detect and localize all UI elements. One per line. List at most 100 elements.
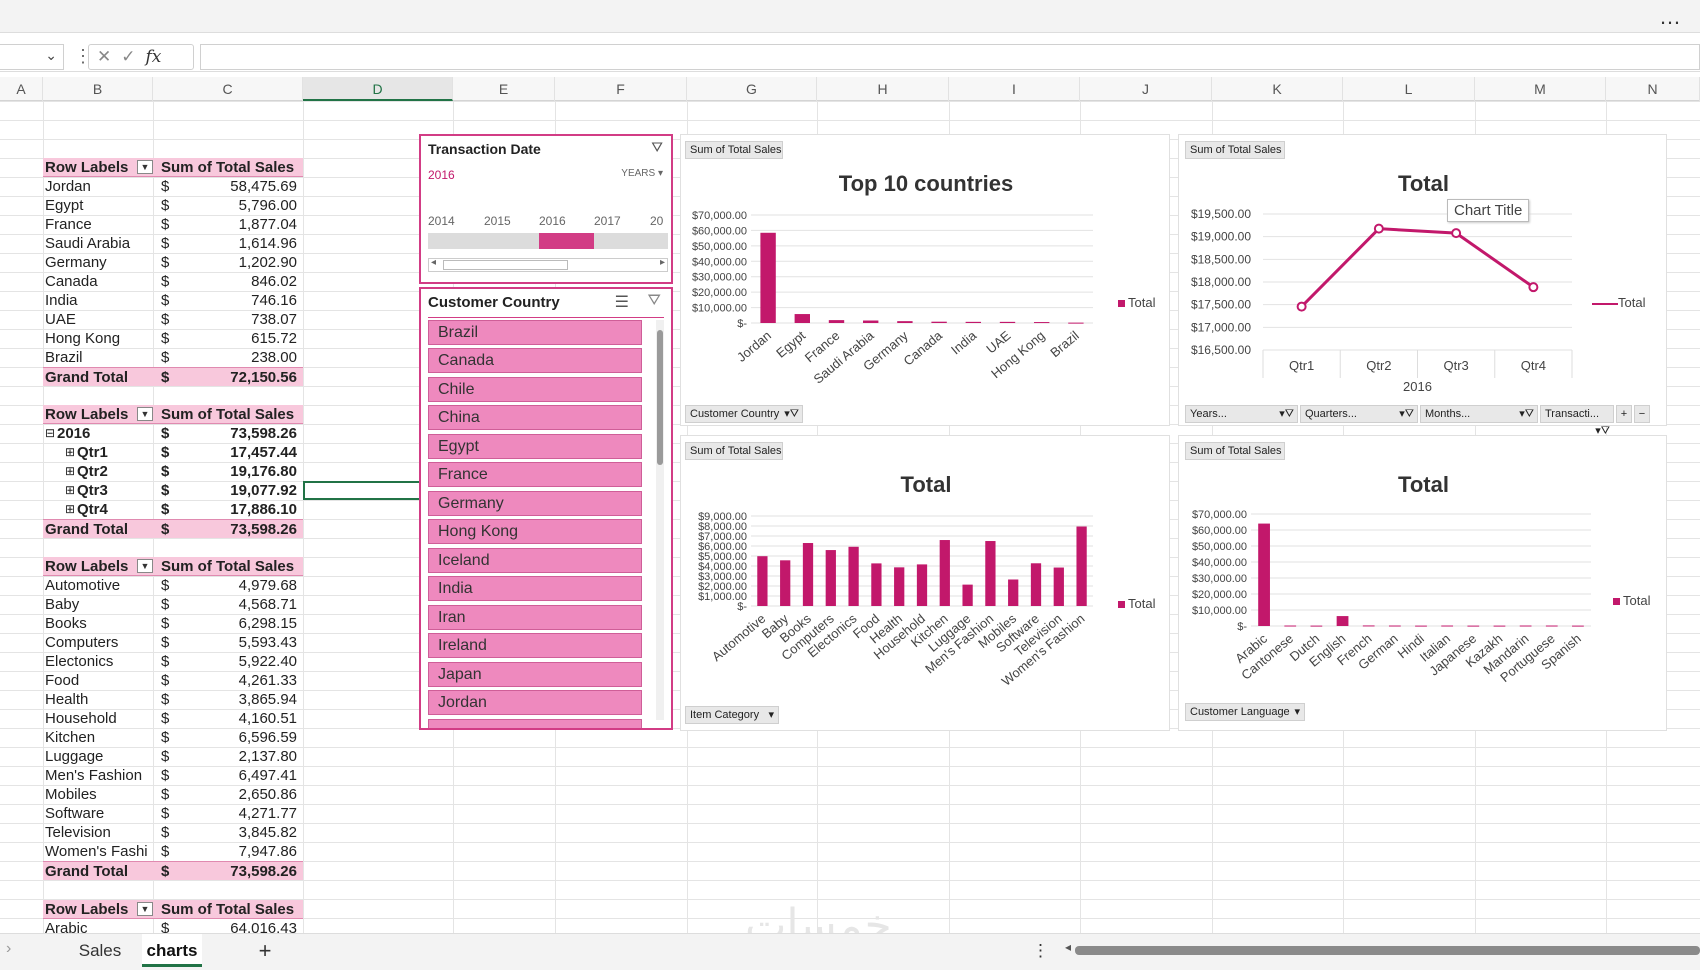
chart-legend[interactable]: Total: [1118, 295, 1155, 310]
axis-field-button[interactable]: Item Category ▾: [685, 706, 779, 724]
slicer-item[interactable]: Jordan: [428, 690, 642, 715]
formula-input[interactable]: [200, 44, 1700, 70]
customer-country-slicer[interactable]: Customer Country ☰ ⛛ Brazil Canada Chile…: [419, 287, 673, 730]
scroll-thumb[interactable]: [443, 260, 568, 270]
bar: [1362, 625, 1375, 627]
row-label: Mobiles: [45, 786, 97, 803]
slicer-item[interactable]: Germany: [428, 491, 642, 516]
more-options-icon[interactable]: …: [1659, 4, 1682, 30]
chart-customer-language[interactable]: Sum of Total Sales Total $- $10,000.00 $20…: [1178, 435, 1667, 731]
tab-charts[interactable]: charts: [142, 934, 202, 967]
chevron-down-icon[interactable]: ⌄: [45, 47, 57, 64]
transaction-field-button[interactable]: Transacti... ▾⛛: [1540, 405, 1614, 437]
x-tick-label: Jordan: [734, 328, 774, 365]
bar: [1284, 625, 1297, 627]
column-header-n[interactable]: N: [1606, 77, 1700, 101]
column-header-a[interactable]: A: [0, 77, 43, 101]
slicer-item[interactable]: India: [428, 576, 642, 601]
horizontal-scrollbar[interactable]: ◂: [1065, 940, 1700, 956]
bar: [916, 564, 928, 606]
chart-top-countries[interactable]: Sum of Total Sales Top 10 countries $- $1…: [680, 134, 1170, 426]
column-header-l[interactable]: L: [1343, 77, 1475, 101]
slicer-item[interactable]: Iceland: [428, 548, 642, 573]
slicer-item[interactable]: Japan: [428, 662, 642, 687]
scroll-tabs-icon[interactable]: ›: [6, 940, 11, 958]
chart-legend[interactable]: Total: [1118, 596, 1155, 611]
sheet-options-icon[interactable]: ⋮: [1032, 934, 1049, 967]
y-tick-label: $18,000.00: [1191, 275, 1251, 289]
slicer-item[interactable]: Ireland: [428, 633, 642, 658]
column-header-j[interactable]: J: [1080, 77, 1212, 101]
slicer-item[interactable]: France: [428, 462, 642, 487]
expand-icon[interactable]: ⊞: [65, 443, 75, 462]
column-header-m[interactable]: M: [1475, 77, 1606, 101]
clear-filter-icon[interactable]: ⛛: [651, 139, 663, 156]
pivot-row[interactable]: ⊞ Qtr4 $17,886.10: [43, 500, 303, 519]
column-header-g[interactable]: G: [687, 77, 817, 101]
expand-field-icon[interactable]: +: [1616, 405, 1632, 423]
slicer-scroll-thumb[interactable]: [657, 330, 663, 465]
timeline-scrollbar[interactable]: ◂ ▸: [428, 257, 668, 272]
column-header-f[interactable]: F: [555, 77, 687, 101]
slicer-item[interactable]: Iran: [428, 605, 642, 630]
pivot-row[interactable]: ⊞ Qtr2 $19,176.80: [43, 462, 303, 481]
filter-icon[interactable]: ▼: [137, 407, 153, 421]
multi-select-icon[interactable]: ☰: [615, 292, 629, 312]
column-header-i[interactable]: I: [949, 77, 1080, 101]
dropdown-icon[interactable]: ▼: [137, 902, 153, 916]
slicer-item[interactable]: Chile: [428, 377, 642, 402]
name-box[interactable]: ⌄: [0, 44, 64, 70]
collapse-field-icon[interactable]: −: [1634, 405, 1650, 423]
slicer-item[interactable]: Brazil: [428, 320, 642, 345]
scroll-left-icon[interactable]: ◂: [431, 257, 436, 268]
chart-legend[interactable]: Total: [1613, 593, 1650, 608]
column-header-h[interactable]: H: [817, 77, 949, 101]
expand-icon[interactable]: ⊞: [65, 500, 75, 519]
axis-field-button[interactable]: Customer Country ▾⛛: [685, 405, 803, 423]
slicer-item[interactable]: Egypt: [428, 434, 642, 459]
timeline-track[interactable]: [428, 233, 668, 249]
column-header-k[interactable]: K: [1212, 77, 1343, 101]
tab-sales[interactable]: Sales: [68, 934, 132, 967]
pivot-row[interactable]: ⊟ 2016 $73,598.26: [43, 424, 303, 443]
years-field-button[interactable]: Years... ▾⛛: [1185, 405, 1298, 423]
scroll-left-icon[interactable]: ◂: [1065, 940, 1071, 954]
slicer-item[interactable]: [428, 719, 642, 728]
slicer-item[interactable]: China: [428, 405, 642, 430]
chart-quarterly-total[interactable]: Sum of Total Sales Total $16,500.00 $17,0…: [1178, 134, 1667, 437]
scroll-thumb[interactable]: [1075, 946, 1700, 955]
column-header-c[interactable]: C: [153, 77, 303, 101]
column-header-d[interactable]: D: [303, 77, 453, 101]
chart-item-category[interactable]: Sum of Total Sales Total $- $1,000.00 $2,0…: [680, 435, 1170, 731]
slicer-item[interactable]: Canada: [428, 348, 642, 373]
column-header-b[interactable]: B: [43, 77, 153, 101]
pivot-row: Food $4,261.33: [43, 671, 303, 690]
chart-legend[interactable]: Total: [1592, 295, 1645, 310]
filter-icon[interactable]: ▼: [137, 160, 153, 174]
scroll-right-icon[interactable]: ▸: [660, 257, 665, 268]
timeline-selection-bar[interactable]: [539, 233, 594, 249]
clear-filter-icon[interactable]: ⛛: [648, 292, 661, 310]
filter-dropdown-icon[interactable]: ▾⛛: [784, 406, 802, 423]
quarters-field-button[interactable]: Quarters... ▾⛛: [1300, 405, 1418, 423]
months-field-button[interactable]: Months... ▾⛛: [1420, 405, 1538, 423]
cancel-icon[interactable]: ✕: [97, 47, 111, 67]
slicer-scrollbar[interactable]: [656, 320, 664, 720]
dropdown-icon[interactable]: ▼: [137, 559, 153, 573]
currency: $: [161, 216, 170, 233]
bar: [1068, 322, 1084, 324]
insert-function-icon[interactable]: fx: [146, 47, 162, 67]
expand-icon[interactable]: ⊞: [65, 462, 75, 481]
axis-field-button[interactable]: Customer Language ▾: [1185, 703, 1305, 721]
pivot-row[interactable]: ⊞ Qtr3 $19,077.92: [43, 481, 303, 500]
slicer-item[interactable]: Hong Kong: [428, 519, 642, 544]
confirm-icon[interactable]: ✓: [121, 47, 135, 67]
timeline-level-dropdown[interactable]: YEARS ▾: [621, 168, 663, 179]
bar: [871, 563, 882, 606]
pivot-row[interactable]: ⊞ Qtr1 $17,457.44: [43, 443, 303, 462]
timeline-slicer[interactable]: Transaction Date ⛛ 2016 YEARS ▾ 2014 201…: [419, 134, 673, 284]
column-header-e[interactable]: E: [453, 77, 555, 101]
collapse-icon[interactable]: ⊟: [45, 424, 55, 443]
add-sheet-button[interactable]: +: [255, 934, 275, 967]
expand-icon[interactable]: ⊞: [65, 481, 75, 500]
